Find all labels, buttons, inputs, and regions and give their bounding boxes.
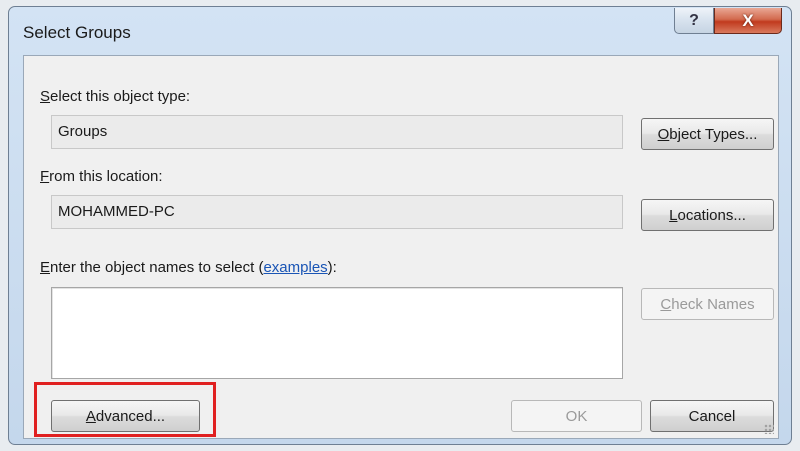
resize-grip-icon[interactable]: [764, 424, 774, 434]
check-names-button-accesskey: C: [660, 295, 672, 313]
check-names-button-label: heck Names: [671, 295, 755, 313]
cancel-button[interactable]: Cancel: [650, 400, 774, 432]
locations-button-label: ocations...: [677, 206, 746, 224]
close-button[interactable]: X: [714, 8, 782, 34]
object-types-button-label: bject Types...: [669, 125, 758, 143]
location-label-text: rom this location:: [49, 168, 163, 185]
ok-button[interactable]: OK: [511, 400, 642, 432]
object-names-label: Enter the object names to select (exampl…: [40, 259, 337, 276]
object-type-label-text: elect this object type:: [50, 88, 191, 105]
help-button[interactable]: ?: [674, 8, 714, 34]
examples-link[interactable]: examples: [263, 259, 327, 276]
object-type-label: Select this object type:: [40, 88, 190, 105]
object-names-input[interactable]: [51, 287, 623, 379]
locations-button[interactable]: Locations...: [641, 199, 774, 231]
dialog-title: Select Groups: [23, 23, 131, 42]
object-type-field: Groups: [51, 115, 623, 149]
location-label: From this location:: [40, 168, 163, 185]
title-bar[interactable]: Select Groups ? X: [9, 7, 791, 55]
locations-button-accesskey: L: [669, 206, 678, 224]
help-icon: ?: [689, 11, 699, 29]
object-names-label-text: nter the object names to select (: [50, 259, 264, 276]
object-types-button[interactable]: Object Types...: [641, 118, 774, 150]
close-icon: X: [742, 10, 754, 30]
select-groups-dialog: Select Groups ? X Select this object typ…: [8, 6, 792, 445]
location-field: MOHAMMED-PC: [51, 195, 623, 229]
check-names-button[interactable]: Check Names: [641, 288, 774, 320]
location-label-accesskey: F: [40, 168, 50, 185]
advanced-highlight-box: [34, 382, 216, 437]
object-types-button-accesskey: O: [657, 125, 670, 143]
object-type-label-accesskey: S: [40, 88, 51, 105]
object-names-label-accesskey: E: [40, 259, 51, 276]
object-names-label-tail: ):: [327, 259, 337, 276]
